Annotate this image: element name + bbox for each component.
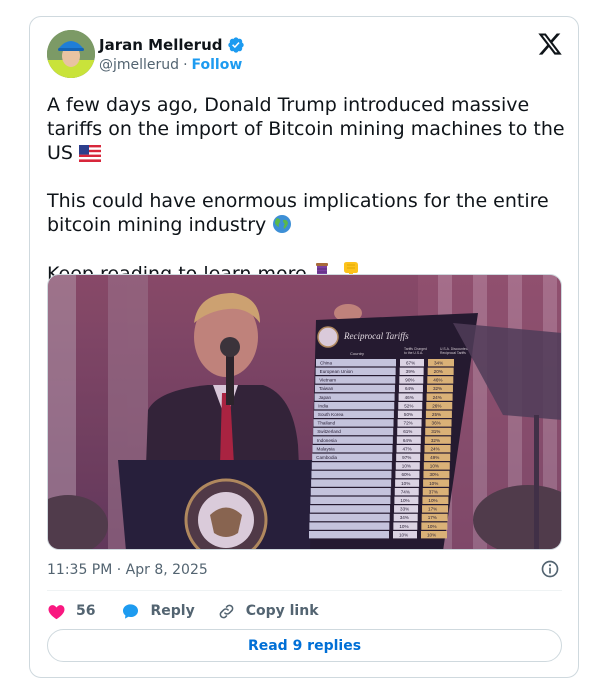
author-name-row: Jaran Mellerud [99, 36, 245, 54]
copy-link-label: Copy link [245, 603, 319, 619]
info-icon[interactable] [540, 559, 560, 579]
author-name[interactable]: Jaran Mellerud [99, 36, 223, 54]
reply-label: Reply [150, 603, 195, 619]
heart-icon [48, 604, 65, 619]
globe-icon [273, 215, 292, 233]
like-button[interactable]: 56 [47, 602, 95, 621]
separator-dot: · [183, 57, 188, 73]
verified-badge-icon [227, 37, 244, 53]
tweet-paragraph: A few days ago, Donald Trump introduced … [47, 93, 567, 165]
copy-link-button[interactable]: Copy link [217, 602, 319, 621]
avatar-photo [47, 30, 95, 78]
x-logo-icon[interactable] [537, 31, 563, 57]
action-bar: 56 Reply Copy link [47, 599, 319, 623]
tweet-paragraph: This could have enormous implications fo… [47, 189, 567, 237]
read-replies-button[interactable]: Read 9 replies [47, 629, 562, 662]
tweet-media-image[interactable]: Reciprocal Tariffs Country Tariffs Charg… [47, 274, 562, 550]
us-flag-icon [79, 145, 102, 162]
trump-tariff-photo: Reciprocal Tariffs Country Tariffs Charg… [48, 275, 561, 549]
tweet-paragraph-text: This could have enormous implications fo… [47, 190, 549, 236]
reply-button[interactable]: Reply [121, 602, 195, 621]
tweet-paragraph-text: A few days ago, Donald Trump introduced … [47, 94, 565, 164]
link-icon [219, 604, 234, 618]
divider [47, 590, 562, 591]
author-handle-row: @jmellerud · Follow [99, 57, 242, 73]
like-count: 56 [76, 603, 96, 619]
author-handle[interactable]: @jmellerud [99, 57, 179, 73]
avatar[interactable] [47, 30, 95, 78]
tweet-timestamp[interactable]: 11:35 PM · Apr 8, 2025 [47, 562, 208, 578]
tweet-card: Jaran Mellerud @jmellerud · Follow A few… [29, 16, 579, 678]
reply-bubble-icon [123, 603, 139, 619]
tweet-text: A few days ago, Donald Trump introduced … [47, 93, 567, 286]
follow-button[interactable]: Follow [192, 57, 243, 73]
